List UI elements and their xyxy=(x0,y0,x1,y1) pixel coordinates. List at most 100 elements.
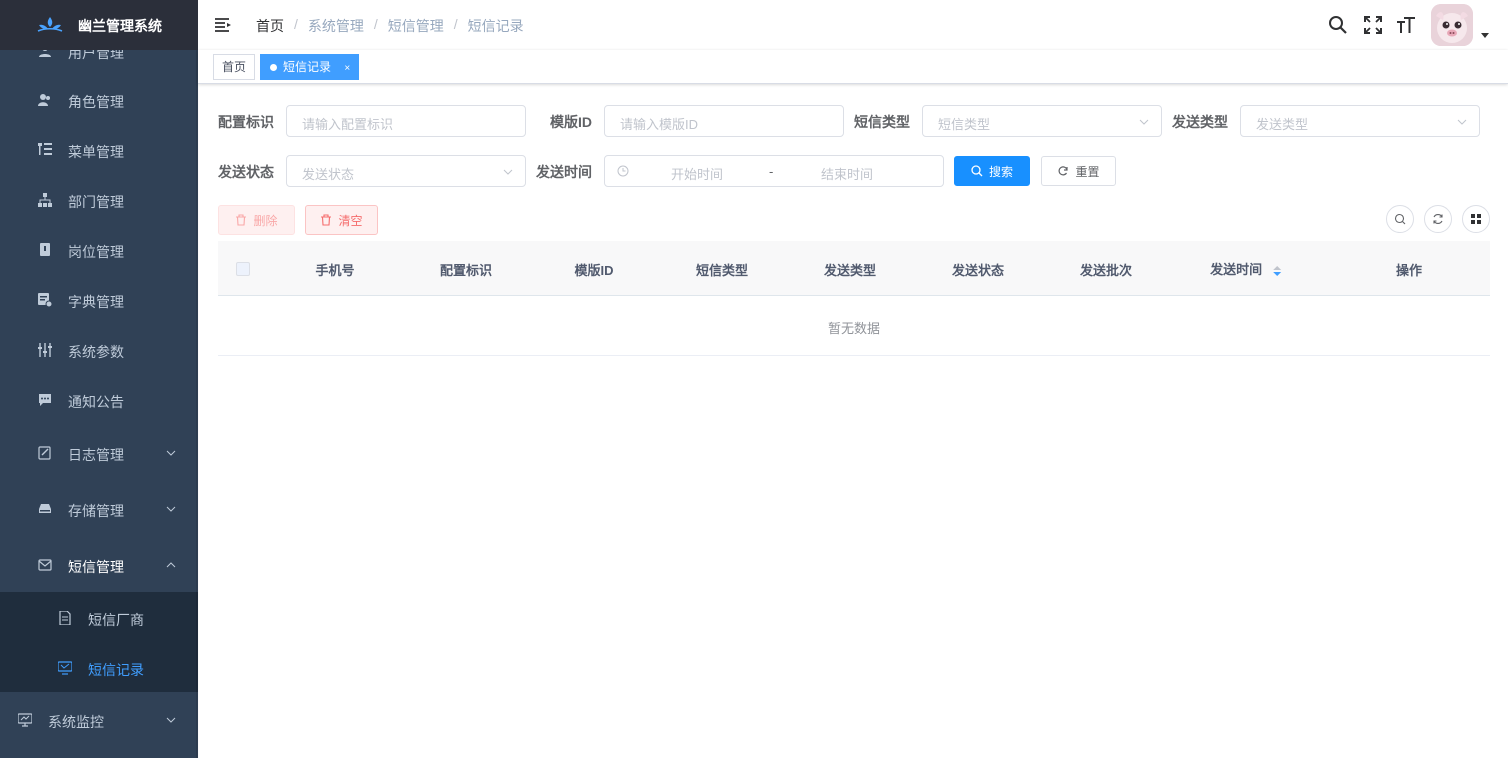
sidebar-item-label: 字典管理 xyxy=(68,294,124,310)
post-icon xyxy=(40,243,50,256)
hamburger-icon[interactable] xyxy=(214,16,232,34)
sidebar-item-sms[interactable]: 短信管理 xyxy=(0,540,198,590)
fullscreen-icon[interactable] xyxy=(1363,15,1383,35)
delete-icon xyxy=(236,214,247,226)
sidebar-item-label: 存储管理 xyxy=(68,503,124,519)
active-dot-icon xyxy=(270,64,277,71)
config-placeholder: 请输入配置标识 xyxy=(302,117,394,132)
sidebar-item-notice[interactable]: 通知公告 xyxy=(0,375,198,425)
sidebar-item-menu[interactable]: 菜单管理 xyxy=(0,125,198,175)
sidebar-item-storage[interactable]: 存储管理 xyxy=(0,484,198,534)
breadcrumb-home[interactable]: 首页 xyxy=(256,16,284,36)
tag-home[interactable]: 首页 xyxy=(213,54,256,80)
send-status-placeholder: 发送状态 xyxy=(302,167,355,182)
config-label: 配置标识 xyxy=(218,114,274,130)
tag-label: 首页 xyxy=(222,60,247,74)
empty-text: 暂无数据 xyxy=(827,321,881,336)
toggle-search-button[interactable] xyxy=(1386,205,1414,233)
sidebar-item-label: 日志管理 xyxy=(68,447,124,463)
send-status-select[interactable]: 发送状态 xyxy=(286,155,526,187)
chevron-down-icon xyxy=(166,717,176,723)
column-header-send-time[interactable]: 发送时间 xyxy=(1210,259,1282,278)
send-type-select[interactable]: 发送类型 xyxy=(1240,105,1480,137)
sidebar-item-label: 菜单管理 xyxy=(68,144,124,160)
caret-down-icon[interactable] xyxy=(1481,33,1489,38)
sidebar-item-label: 通知公告 xyxy=(68,394,124,410)
sidebar-item-monitor[interactable]: 系统监控 xyxy=(0,695,198,745)
sidebar-item-log[interactable]: 日志管理 xyxy=(0,428,198,478)
sms-type-placeholder: 短信类型 xyxy=(938,117,991,132)
close-icon[interactable]: × xyxy=(344,63,350,74)
clock-icon xyxy=(617,165,629,177)
columns-button[interactable] xyxy=(1462,205,1490,233)
refresh-icon xyxy=(1059,166,1069,176)
template-input[interactable]: 请输入模版ID xyxy=(604,105,844,137)
column-header-send-type: 发送类型 xyxy=(823,263,877,278)
search-button-label: 搜索 xyxy=(988,164,1013,179)
font-size-icon[interactable] xyxy=(1396,15,1416,35)
clear-button-label: 清空 xyxy=(338,213,363,228)
sidebar-item-label: 部门管理 xyxy=(68,194,124,210)
chevron-down-icon xyxy=(166,506,176,512)
chevron-down-icon xyxy=(166,450,176,456)
tag-label: 短信记录 xyxy=(283,60,332,74)
chevron-down-icon xyxy=(1139,119,1149,125)
orchid-logo-icon xyxy=(37,17,63,32)
peoples-icon xyxy=(38,94,50,106)
reset-button[interactable]: 重置 xyxy=(1041,156,1116,186)
sidebar-item-sms-record[interactable]: 短信记录 xyxy=(0,643,198,693)
storage-icon xyxy=(39,504,51,513)
document-icon xyxy=(59,611,71,625)
sidebar-item-config[interactable]: 系统参数 xyxy=(0,325,198,375)
dict-icon xyxy=(38,293,52,307)
send-type-label: 发送类型 xyxy=(1172,114,1228,130)
search-icon xyxy=(971,165,983,177)
delete-icon xyxy=(321,214,332,226)
column-header-send-status: 发送状态 xyxy=(951,263,1005,278)
sms-type-label: 短信类型 xyxy=(854,114,910,130)
sidebar-item-sms-vendor[interactable]: 短信厂商 xyxy=(0,593,198,643)
breadcrumb-sms: 短信管理 xyxy=(387,18,444,34)
config-input[interactable]: 请输入配置标识 xyxy=(286,105,526,137)
search-icon[interactable] xyxy=(1328,15,1348,35)
clear-button[interactable]: 清空 xyxy=(305,205,378,235)
breadcrumb-separator: / xyxy=(373,16,378,32)
column-header-batch: 发送批次 xyxy=(1079,263,1133,278)
column-header-phone: 手机号 xyxy=(315,263,355,278)
start-time-placeholder[interactable]: 开始时间 xyxy=(671,164,723,183)
delete-button-label: 删除 xyxy=(253,213,278,228)
sidebar-item-label: 短信记录 xyxy=(88,662,144,678)
sort-icon[interactable] xyxy=(1272,265,1282,277)
avatar[interactable] xyxy=(1431,4,1473,46)
send-time-range[interactable]: 开始时间 - 结束时间 xyxy=(604,155,944,187)
column-header-config: 配置标识 xyxy=(439,263,493,278)
breadcrumb-separator: / xyxy=(294,16,298,32)
sidebar-item-dict[interactable]: 字典管理 xyxy=(0,275,198,325)
sidebar: 幽兰管理系统 用户管理 角色管理 菜单管理 部门管理 岗位管理 字典管理 系统参… xyxy=(0,0,198,758)
sms-type-select[interactable]: 短信类型 xyxy=(922,105,1162,137)
sidebar-item-role[interactable]: 角色管理 xyxy=(0,75,198,125)
sidebar-item-label: 角色管理 xyxy=(68,94,124,110)
delete-button[interactable]: 删除 xyxy=(218,205,295,235)
log-icon xyxy=(38,446,51,460)
template-placeholder: 请输入模版ID xyxy=(620,117,699,132)
sidebar-item-label: 短信管理 xyxy=(68,559,124,575)
sidebar-item-dept[interactable]: 部门管理 xyxy=(0,175,198,225)
reset-button-label: 重置 xyxy=(1075,164,1100,179)
column-header-template: 模版ID xyxy=(574,263,614,278)
sidebar-item-post[interactable]: 岗位管理 xyxy=(0,225,198,275)
sidebar-item-label: 短信厂商 xyxy=(88,612,144,628)
search-button[interactable]: 搜索 xyxy=(954,156,1030,186)
select-all-checkbox[interactable] xyxy=(236,262,250,276)
message-icon xyxy=(39,394,51,406)
chevron-down-icon xyxy=(1457,119,1467,125)
send-type-placeholder: 发送类型 xyxy=(1256,117,1309,132)
end-time-placeholder[interactable]: 结束时间 xyxy=(821,164,873,183)
refresh-button[interactable] xyxy=(1424,205,1452,233)
sidebar-logo[interactable]: 幽兰管理系统 xyxy=(0,0,198,50)
tags-view: 首页 短信记录 × xyxy=(198,50,1508,84)
refresh-icon xyxy=(1433,214,1443,224)
tag-sms-record[interactable]: 短信记录 × xyxy=(260,54,360,80)
breadcrumb-separator: / xyxy=(453,16,458,32)
edit-icon xyxy=(38,343,52,357)
